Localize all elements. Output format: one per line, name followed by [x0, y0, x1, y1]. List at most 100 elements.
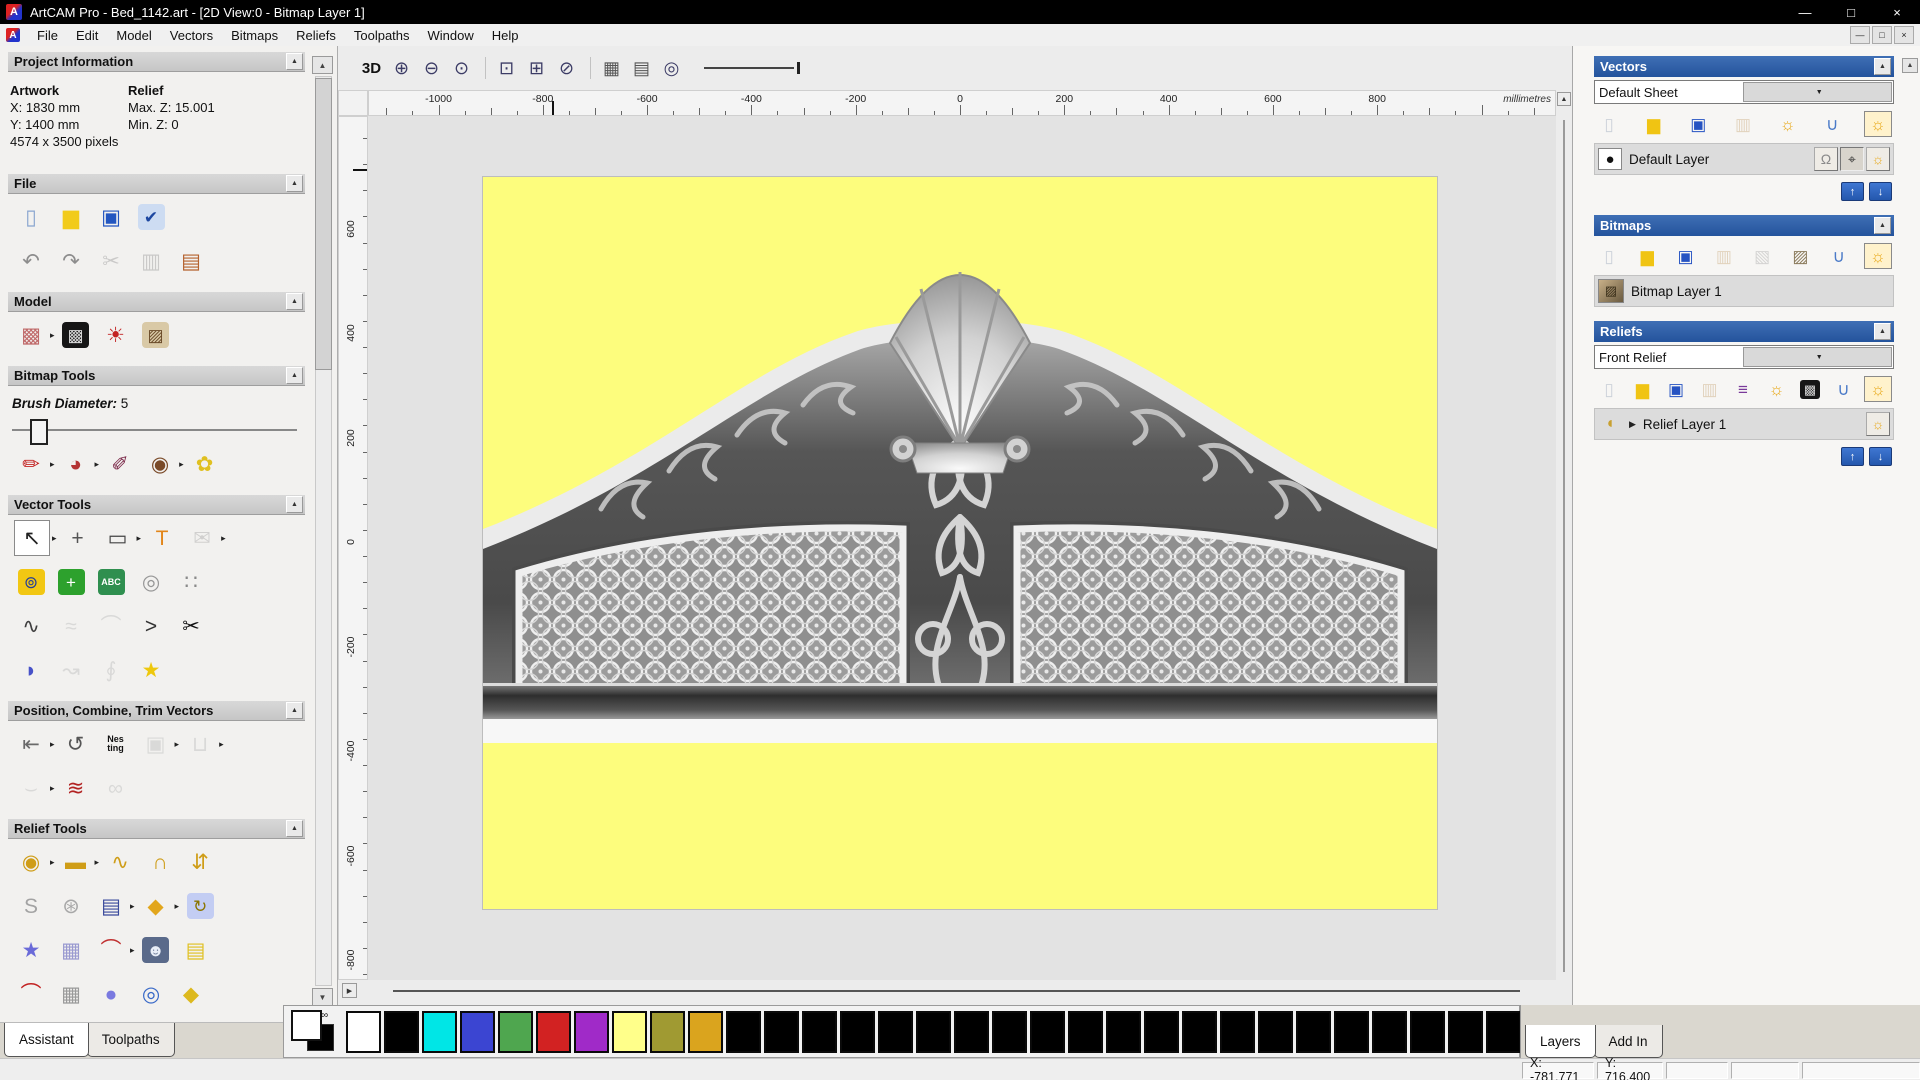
document-close-button[interactable]: × — [1894, 26, 1914, 44]
create-text-button[interactable]: T — [145, 521, 179, 555]
show-all-bitmap-layers-button[interactable]: ☼ — [1864, 243, 1892, 269]
show-all-relief-layers-button[interactable]: ☼ — [1864, 376, 1892, 402]
vector-layer-row[interactable]: ● Default Layer Ω⌖☼ — [1594, 143, 1894, 175]
greyscale-view-button[interactable]: ▩ — [59, 318, 93, 352]
copy-bitmap-to-layer-button[interactable]: ▨ — [1787, 244, 1813, 268]
menu-toolpaths[interactable]: Toolpaths — [345, 28, 419, 43]
collapse-icon[interactable]: ▲ — [286, 496, 303, 513]
snap-to-layer-button[interactable]: ⌖ — [1840, 147, 1864, 171]
open-model-button[interactable]: ▆ — [54, 200, 88, 234]
vector-library-button[interactable]: ABC — [94, 565, 128, 599]
layer-colour-swatch[interactable]: ● — [1598, 148, 1622, 170]
palette-swatch[interactable] — [1410, 1011, 1445, 1053]
artwork-canvas[interactable] — [482, 176, 1438, 910]
delete-vector-layer-button[interactable]: ∪ — [1819, 112, 1845, 136]
join-vectors-button[interactable]: ↝ — [54, 653, 88, 687]
toggle-snap-button[interactable]: ▦ — [598, 55, 625, 82]
move-layer-up-button[interactable]: ↑ — [1841, 447, 1864, 466]
node-editing-button[interactable]: ⌒ — [94, 609, 128, 643]
vector-texture-button[interactable]: ≋ — [59, 771, 93, 805]
select-vectors-button[interactable]: ↖ — [14, 520, 50, 556]
flyout-arrow-icon[interactable]: ▸ — [175, 739, 180, 750]
collapse-icon[interactable]: ▲ — [286, 175, 303, 192]
block-copy-rotate-button[interactable]: + — [54, 565, 88, 599]
flyout-arrow-icon[interactable]: ▸ — [95, 857, 100, 868]
move-layer-down-button[interactable]: ↓ — [1869, 182, 1892, 201]
show-all-vector-layers-button[interactable]: ☼ — [1864, 111, 1892, 137]
palette-swatch[interactable] — [764, 1011, 799, 1053]
trim-vectors-button[interactable]: ✂ — [174, 609, 208, 643]
blue-dome-shape-button[interactable]: ● — [94, 977, 128, 1011]
brush-diameter-slider[interactable] — [12, 419, 297, 441]
merge-bitmap-layers-button[interactable]: ▥ — [1711, 244, 1737, 268]
align-vectors-button[interactable]: ⇤ — [14, 727, 48, 761]
chevron-down-icon[interactable]: ▼ — [1743, 347, 1893, 367]
menu-vectors[interactable]: Vectors — [161, 28, 222, 43]
slider-handle[interactable] — [797, 62, 800, 74]
zoom-rectangle-button[interactable]: ⊡ — [493, 55, 520, 82]
slice-vectors-button[interactable]: ∞ — [99, 771, 133, 805]
delete-relief-layer-button[interactable]: ∪ — [1831, 377, 1857, 401]
add-plane-button[interactable]: ▬ — [59, 845, 93, 879]
reverse-curve-button[interactable]: ∮ — [94, 653, 128, 687]
create-rectangle-button[interactable]: ▭ — [101, 521, 135, 555]
lock-layer-button[interactable]: Ω — [1814, 147, 1838, 171]
pick-colour-button[interactable]: ✐ — [103, 447, 137, 481]
flood-fill-button[interactable]: ◕ — [59, 447, 93, 481]
weave-wizard-button[interactable]: ⊛ — [54, 889, 88, 923]
move-layer-down-button[interactable]: ↓ — [1869, 447, 1892, 466]
smooth-relief-button[interactable]: ∿ — [103, 845, 137, 879]
flyout-arrow-icon[interactable]: ▸ — [50, 783, 55, 794]
clipart-library-button[interactable]: ▦ — [54, 933, 88, 967]
palette-swatch[interactable] — [1296, 1011, 1331, 1053]
collapse-icon[interactable]: ▲ — [286, 702, 303, 719]
relief-visibility-button[interactable]: ☼ — [1764, 377, 1790, 401]
flyout-arrow-icon[interactable]: ▸ — [50, 739, 55, 750]
open-vector-layer-button[interactable]: ▆ — [1641, 112, 1667, 136]
palette-swatch[interactable] — [802, 1011, 837, 1053]
tab-layers[interactable]: Layers — [1525, 1025, 1596, 1058]
menu-bitmaps[interactable]: Bitmaps — [222, 28, 287, 43]
layer-visibility-button[interactable]: ☼ — [1866, 147, 1890, 171]
flyout-arrow-icon[interactable]: ▸ — [175, 901, 180, 912]
collapse-icon[interactable]: ▲ — [286, 293, 303, 310]
palette-swatch[interactable] — [536, 1011, 571, 1053]
delete-bitmap-layer-button[interactable]: ∪ — [1826, 244, 1852, 268]
envelope-distortion-button[interactable]: ◎ — [134, 565, 168, 599]
scrollbar-thumb[interactable] — [393, 990, 1520, 992]
zoom-out-button[interactable]: ⊖ — [418, 55, 445, 82]
create-shape-button[interactable]: ★ — [14, 933, 48, 967]
transform-vectors-button[interactable]: + — [61, 521, 95, 555]
zoom-fit-button[interactable]: ⊞ — [523, 55, 550, 82]
menu-edit[interactable]: Edit — [67, 28, 107, 43]
expander-icon[interactable]: ▶ — [1629, 419, 1636, 430]
palette-swatch[interactable] — [1448, 1011, 1483, 1053]
palette-swatch[interactable] — [1144, 1011, 1179, 1053]
scroll-up-icon[interactable]: ▲ — [1557, 92, 1571, 106]
palette-swatch[interactable] — [954, 1011, 989, 1053]
palette-swatch[interactable] — [992, 1011, 1027, 1053]
flyout-arrow-icon[interactable]: ▸ — [50, 459, 55, 470]
zoom-previous-button[interactable]: ⊙ — [448, 55, 475, 82]
palette-swatch[interactable] — [574, 1011, 609, 1053]
load-background-image-button[interactable]: ▨ — [139, 318, 173, 352]
palette-swatch[interactable] — [1220, 1011, 1255, 1053]
line-width-slider[interactable] — [704, 61, 800, 75]
horizontal-scrollbar[interactable]: ▶ — [338, 981, 1556, 1001]
flyout-arrow-icon[interactable]: ▸ — [50, 857, 55, 868]
palette-swatch[interactable] — [498, 1011, 533, 1053]
offset-relief-button[interactable]: ⇵ — [183, 845, 217, 879]
collapse-icon[interactable]: ▲ — [286, 820, 303, 837]
close-button[interactable]: × — [1874, 1, 1920, 23]
toggle-guides-button[interactable]: ▤ — [628, 55, 655, 82]
view-3d-button[interactable]: 3D — [358, 55, 385, 82]
palette-swatch[interactable] — [1334, 1011, 1369, 1053]
collapse-icon[interactable]: ▲ — [1874, 58, 1891, 75]
flyout-arrow-icon[interactable]: ▸ — [179, 459, 184, 470]
zoom-in-button[interactable]: ⊕ — [388, 55, 415, 82]
save-bitmap-layer-button[interactable]: ▣ — [1673, 244, 1699, 268]
chevron-down-icon[interactable]: ▼ — [1743, 82, 1893, 102]
menu-file[interactable]: File — [28, 28, 67, 43]
new-model-button[interactable]: ▯ — [14, 200, 48, 234]
lighting-button[interactable]: ☀ — [99, 318, 133, 352]
